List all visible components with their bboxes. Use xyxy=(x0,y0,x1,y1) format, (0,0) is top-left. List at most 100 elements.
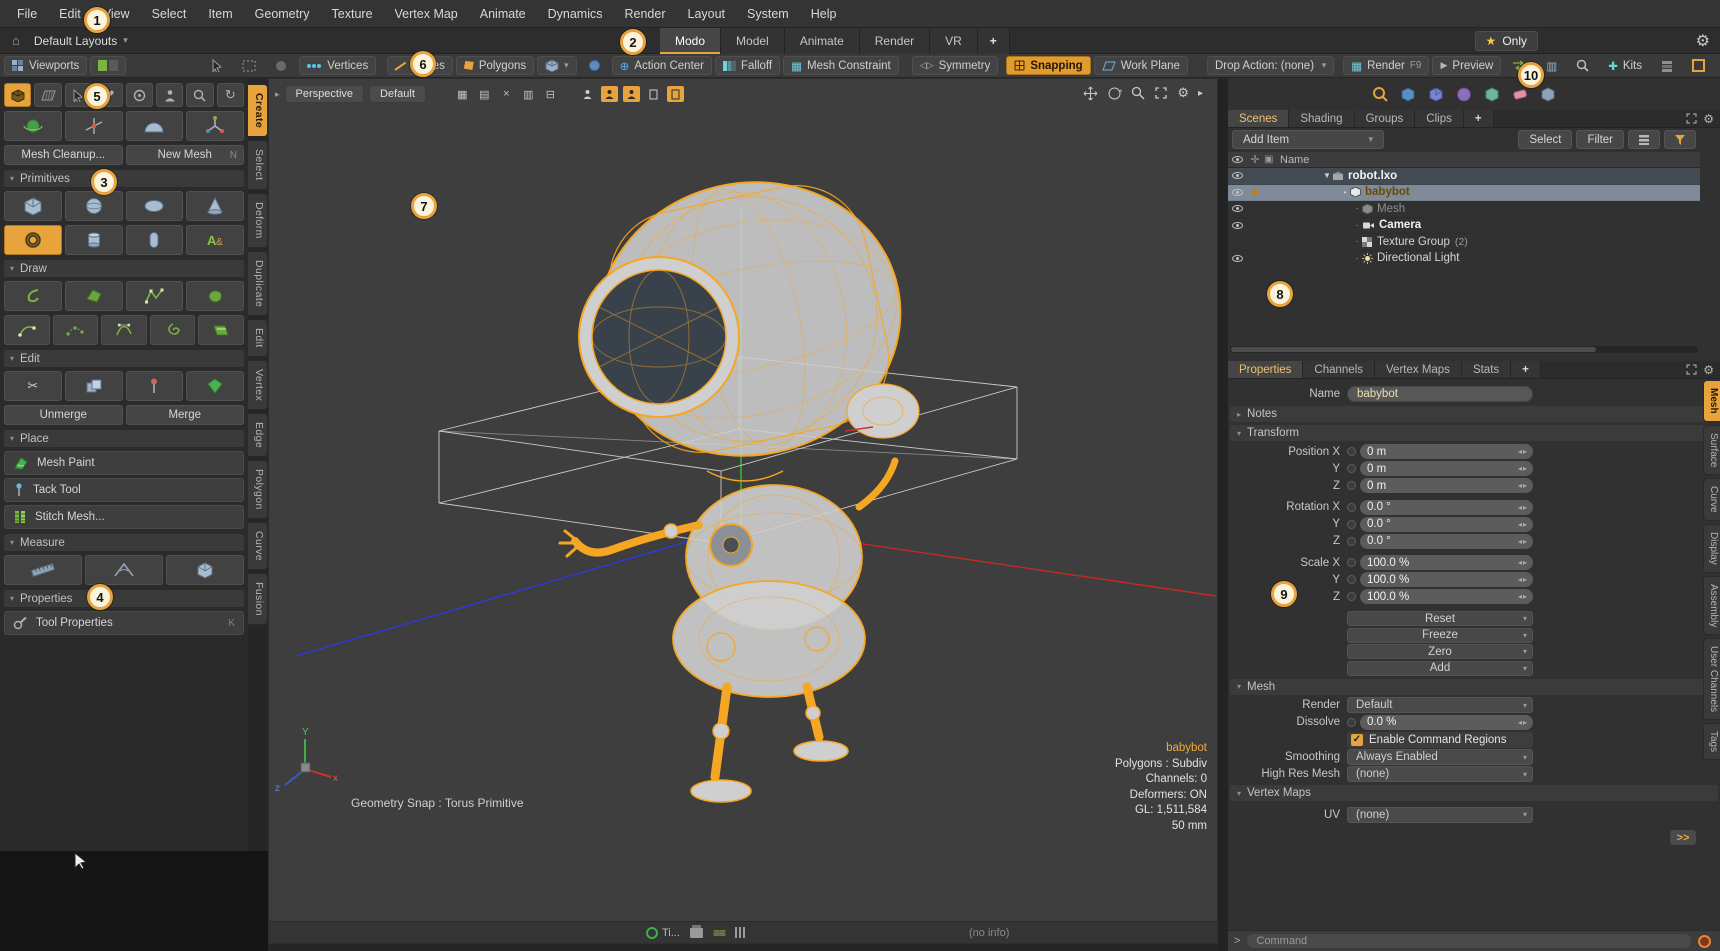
tool-properties-button[interactable]: Tool Properties K xyxy=(4,611,244,635)
render-dropdown[interactable]: Default▾ xyxy=(1347,697,1533,713)
freeze-button[interactable]: Freeze▾ xyxy=(1347,628,1533,643)
grid-toggle-icon[interactable]: ▤ xyxy=(476,88,493,101)
tab-edge[interactable]: Edge xyxy=(248,413,268,457)
gem-edit-tool-button[interactable] xyxy=(186,371,244,401)
more-button[interactable]: >> xyxy=(1670,830,1696,845)
tree-row-texture-group[interactable]: · Texture Group (2) xyxy=(1228,234,1700,251)
filter-button[interactable]: Filter xyxy=(1576,130,1624,149)
add-button[interactable]: Add▾ xyxy=(1347,661,1533,676)
name-input[interactable]: babybot xyxy=(1347,386,1533,402)
tab-polygon[interactable]: Polygon xyxy=(248,460,268,519)
default-layouts-dropdown[interactable]: Default Layouts▾ xyxy=(34,34,128,48)
gear-icon[interactable]: ⚙ xyxy=(1696,31,1710,51)
notes-section-header[interactable]: ▸Notes xyxy=(1230,406,1718,422)
eraser-icon[interactable] xyxy=(1511,85,1529,103)
enable-command-regions-row[interactable]: ✓ Enable Command Regions xyxy=(1347,732,1533,748)
viewport-menu-arrow[interactable]: ▸ xyxy=(1198,88,1203,99)
item-list-scrollbar[interactable] xyxy=(1230,346,1698,353)
ruler-overlay-icon[interactable]: ▥ xyxy=(520,88,537,101)
zoom-icon[interactable] xyxy=(1131,86,1145,100)
viewport-expand-arrow[interactable]: ▸ xyxy=(275,89,280,100)
maximize-icon[interactable] xyxy=(1154,86,1168,100)
mesh-preset-icon[interactable] xyxy=(1399,85,1417,103)
wireframe-overlay-icon[interactable]: ▦ xyxy=(454,88,471,101)
tab-vertex[interactable]: Vertex xyxy=(248,360,268,410)
tab-tags-vertical[interactable]: Tags xyxy=(1703,723,1720,760)
menu-geometry[interactable]: Geometry xyxy=(244,7,321,21)
tack-pin-tool-button[interactable] xyxy=(126,371,184,401)
command-input[interactable]: Command xyxy=(1247,934,1691,948)
channel-knob[interactable] xyxy=(1347,520,1356,529)
preview-button[interactable]: ▶ Preview xyxy=(1432,56,1501,75)
list-options-button[interactable] xyxy=(1628,130,1660,149)
tab-select[interactable]: Select xyxy=(248,140,268,190)
tab-shading[interactable]: Shading xyxy=(1289,110,1354,127)
vertices-mode-button[interactable]: Vertices xyxy=(299,56,376,75)
lasso-select-tool[interactable] xyxy=(234,56,264,75)
properties-section-header[interactable]: ▾Properties xyxy=(4,590,244,607)
measure-section-header[interactable]: ▾Measure xyxy=(4,534,244,551)
refresh-tool-button[interactable]: ↻ xyxy=(217,83,244,107)
menu-animate[interactable]: Animate xyxy=(469,7,537,21)
place-section-header[interactable]: ▾Place xyxy=(4,430,244,447)
stitch-mesh-button[interactable]: Stitch Mesh... xyxy=(4,505,244,529)
tab-channels[interactable]: Channels xyxy=(1303,361,1375,378)
snapping-button[interactable]: Snapping xyxy=(1006,56,1090,75)
radial-tool-button[interactable] xyxy=(126,83,153,107)
primitive-tool-active-button[interactable] xyxy=(4,83,31,107)
tab-vr[interactable]: VR xyxy=(930,28,978,54)
zero-button[interactable]: Zero▾ xyxy=(1347,644,1533,659)
channel-knob[interactable] xyxy=(1347,558,1356,567)
channel-knob[interactable] xyxy=(1347,464,1356,473)
add-layout-tab-button[interactable]: + xyxy=(978,28,1010,54)
tab-render[interactable]: Render xyxy=(860,28,930,54)
show-instances-icon[interactable] xyxy=(667,86,684,102)
kits-button[interactable]: ✚ Kits xyxy=(1600,56,1650,75)
uv-dropdown[interactable]: (none)▾ xyxy=(1347,807,1533,823)
edit-flag-icon[interactable]: ✛ xyxy=(1246,185,1264,199)
workplane-overlay-icon[interactable]: ⊟ xyxy=(542,88,559,101)
expander-arrow[interactable]: ▼ xyxy=(1322,171,1332,180)
reset-button[interactable]: Reset▾ xyxy=(1347,611,1533,626)
select-through-tool[interactable] xyxy=(203,56,231,75)
item-mode-dropdown[interactable]: ▾ xyxy=(537,56,577,75)
add-list-tab-button[interactable]: + xyxy=(1464,110,1494,127)
scale-z-field[interactable]: 100.0 %◂▸ xyxy=(1360,589,1533,604)
menu-help[interactable]: Help xyxy=(800,7,848,21)
ellipsoid-primitive-button[interactable] xyxy=(126,191,184,221)
rotation-y-field[interactable]: 0.0 °◂▸ xyxy=(1360,517,1533,532)
tab-curve-vertical[interactable]: Curve xyxy=(1703,478,1720,521)
text-primitive-button[interactable]: A& xyxy=(186,225,244,255)
material-preset-icon[interactable] xyxy=(1455,85,1473,103)
tab-modo[interactable]: Modo xyxy=(660,28,721,54)
sketch-tool-button[interactable] xyxy=(186,281,244,311)
menu-layout[interactable]: Layout xyxy=(677,7,737,21)
tree-row-mesh[interactable]: · Mesh xyxy=(1228,201,1700,218)
tab-assembly-vertical[interactable]: Assembly xyxy=(1703,576,1720,635)
visibility-eye-icon[interactable] xyxy=(1232,172,1243,179)
tack-tool-button[interactable]: Tack Tool xyxy=(4,478,244,502)
polyline-tool-button[interactable] xyxy=(126,281,184,311)
visibility-eye-icon[interactable] xyxy=(1232,189,1243,196)
channel-knob[interactable] xyxy=(1347,537,1356,546)
tab-stats[interactable]: Stats xyxy=(1462,361,1511,378)
tab-mesh-vertical[interactable]: Mesh xyxy=(1703,380,1720,422)
unmerge-button[interactable]: Unmerge xyxy=(4,405,123,425)
item-preset-icon[interactable] xyxy=(1427,85,1445,103)
ruler-tool-button[interactable] xyxy=(4,555,82,585)
macro-record-icon[interactable] xyxy=(1698,935,1711,948)
menu-select[interactable]: Select xyxy=(141,7,198,21)
new-mesh-button[interactable]: New MeshN xyxy=(126,145,245,165)
action-center-button[interactable]: ⊕ Action Center xyxy=(612,56,712,75)
primitives-section-header[interactable]: ▾Primitives xyxy=(4,170,244,187)
render-button[interactable]: ▦ Render F9 xyxy=(1343,56,1429,75)
env-preset-icon[interactable] xyxy=(1483,85,1501,103)
home-icon[interactable]: ⌂ xyxy=(12,33,20,48)
bezier-tool-button[interactable] xyxy=(101,315,147,345)
list-filter-funnel-button[interactable] xyxy=(1664,130,1696,149)
channel-knob[interactable] xyxy=(1347,718,1356,727)
scale-x-field[interactable]: 100.0 %◂▸ xyxy=(1360,555,1533,570)
draw-section-header[interactable]: ▾Draw xyxy=(4,260,244,277)
mesh-cleanup-button[interactable]: Mesh Cleanup... xyxy=(4,145,123,165)
form-edit-button[interactable] xyxy=(1684,56,1713,75)
